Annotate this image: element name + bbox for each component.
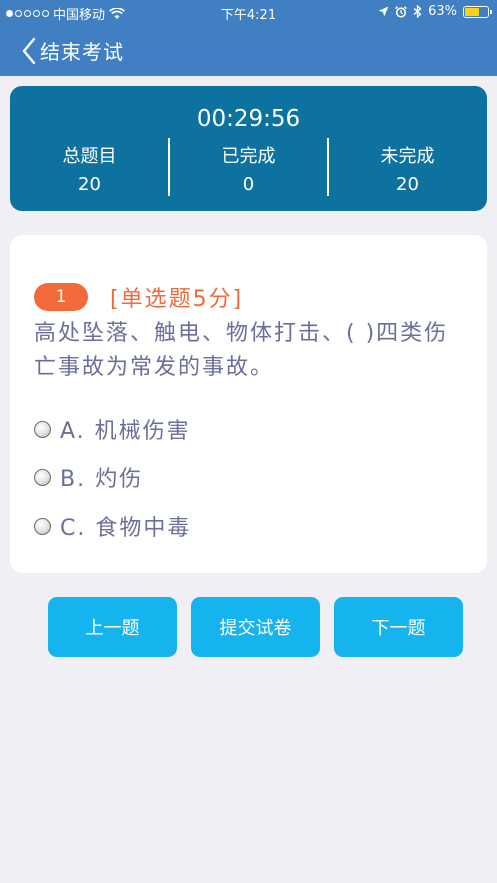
status-left: 中国移动 xyxy=(6,4,125,23)
stat-undone-value: 20 xyxy=(396,174,419,195)
option-c-label: C. 食物中毒 xyxy=(60,516,192,541)
prev-question-button[interactable]: 上一题 xyxy=(48,597,177,657)
option-a[interactable]: A. 机械伤害 xyxy=(34,413,191,445)
chevron-left-icon xyxy=(22,37,36,64)
battery-icon xyxy=(463,5,492,18)
end-exam-label: 结束考试 xyxy=(40,40,124,64)
battery-percent: 63% xyxy=(428,4,457,19)
end-exam-button[interactable]: 结束考试 xyxy=(22,36,124,65)
radio-unchecked-icon[interactable] xyxy=(34,468,51,486)
stat-total: 总题目 20 xyxy=(10,142,169,195)
stat-total-label: 总题目 xyxy=(62,146,117,167)
stat-total-value: 20 xyxy=(78,174,101,195)
radio-unchecked-icon[interactable] xyxy=(34,420,51,438)
question-text: 高处坠落、触电、物体打击、( )四类伤亡事故为常发的事故。 xyxy=(34,321,449,380)
bluetooth-icon xyxy=(413,5,422,18)
option-c[interactable]: C. 食物中毒 xyxy=(34,510,191,542)
question-type: [单选题5分] xyxy=(110,287,244,312)
stat-done-label: 已完成 xyxy=(221,146,276,167)
question-card: 1 [单选题5分] 高处坠落、触电、物体打击、( )四类伤亡事故为常发的事故。 … xyxy=(10,235,487,573)
battery-level-fill xyxy=(465,7,479,16)
signal-strength-icon xyxy=(6,10,49,17)
option-b-label: B. 灼伤 xyxy=(60,467,144,492)
status-right: 63% xyxy=(378,4,492,19)
stat-undone: 未完成 20 xyxy=(328,142,487,195)
wifi-icon xyxy=(109,7,125,19)
exam-summary-card: 00:29:56 总题目 20 已完成 0 未完成 20 xyxy=(10,86,487,211)
submit-exam-button[interactable]: 提交试卷 xyxy=(191,597,320,657)
countdown-timer: 00:29:56 xyxy=(196,106,301,132)
carrier-name: 中国移动 xyxy=(53,8,106,23)
stat-undone-label: 未完成 xyxy=(380,146,435,167)
stat-done-value: 0 xyxy=(242,174,255,195)
nav-bar: 结束考试 xyxy=(0,24,497,76)
alarm-clock-icon xyxy=(395,5,407,18)
option-b[interactable]: B. 灼伤 xyxy=(34,461,143,493)
radio-unchecked-icon[interactable] xyxy=(34,517,51,535)
stat-done: 已完成 0 xyxy=(169,142,328,195)
option-a-label: A. 机械伤害 xyxy=(60,419,191,444)
next-question-button[interactable]: 下一题 xyxy=(334,597,463,657)
question-number-badge: 1 xyxy=(34,283,88,311)
status-bar: 中国移动 下午4:21 63% xyxy=(0,0,497,24)
location-arrow-icon xyxy=(378,6,389,17)
